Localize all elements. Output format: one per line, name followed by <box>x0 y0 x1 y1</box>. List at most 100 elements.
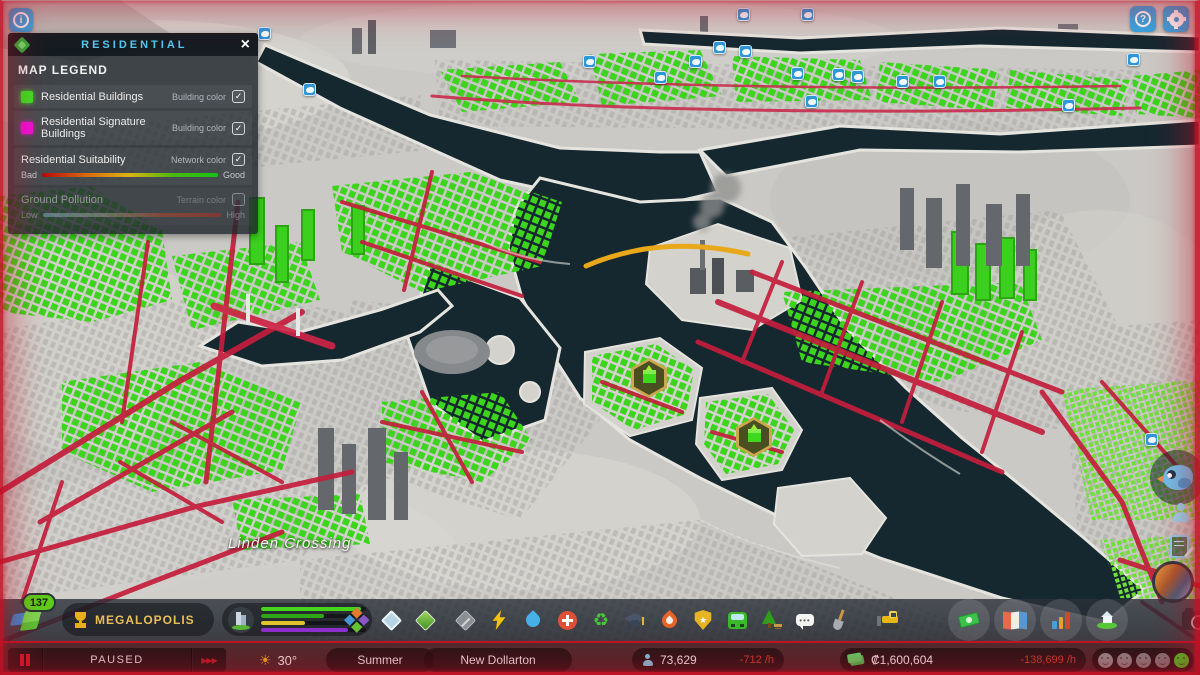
flame-icon <box>658 609 680 631</box>
bulldozer-tool[interactable] <box>872 603 906 637</box>
healthcare-tool[interactable] <box>550 603 584 637</box>
chirp-marker[interactable] <box>896 75 909 88</box>
water-drop-icon <box>523 610 543 630</box>
chirp-marker[interactable] <box>801 8 814 21</box>
legend-row-signature-buildings: Residential Signature Buildings Building… <box>14 111 252 145</box>
happiness-face-icon <box>1097 652 1113 668</box>
electricity-tool[interactable] <box>482 603 516 637</box>
journal-button[interactable] <box>1166 532 1192 560</box>
pause-button[interactable] <box>8 648 42 672</box>
happiness-face-icon <box>1116 652 1132 668</box>
help-button[interactable]: ? <box>1130 6 1156 32</box>
followed-citizen-button[interactable] <box>1166 498 1196 528</box>
settings-button[interactable] <box>1163 6 1189 32</box>
row-label: Residential Signature Buildings <box>41 116 146 140</box>
transportation-tool[interactable] <box>720 603 754 637</box>
population-rate: -712 /h <box>739 654 774 666</box>
chirp-marker[interactable] <box>258 27 271 40</box>
landscaping-tool[interactable] <box>822 603 856 637</box>
chirper-button[interactable] <box>1150 450 1200 505</box>
parks-recreation-tool[interactable] <box>754 603 788 637</box>
chirp-marker[interactable] <box>791 67 804 80</box>
money-icon <box>849 654 865 666</box>
zones-tool[interactable] <box>340 603 374 637</box>
population-icon <box>642 654 653 666</box>
demand-bar <box>261 620 306 626</box>
terrain-tool[interactable] <box>408 603 442 637</box>
happiness-face-icon <box>1173 652 1189 668</box>
chirp-marker[interactable] <box>689 55 702 68</box>
roads-icon <box>454 609 476 631</box>
roads-tool[interactable] <box>448 603 482 637</box>
chirp-marker[interactable] <box>805 95 818 108</box>
checkbox-checked[interactable]: ✓ <box>232 121 245 135</box>
happiness-button[interactable] <box>1092 648 1194 672</box>
map-info-button[interactable] <box>994 599 1036 641</box>
areas-icon <box>380 609 402 631</box>
bulldozer-icon <box>877 611 901 629</box>
fire-rescue-tool[interactable] <box>652 603 686 637</box>
close-icon[interactable]: × <box>241 36 250 53</box>
legend-title: RESIDENTIAL <box>81 38 188 51</box>
economy-button[interactable] <box>948 599 990 641</box>
chirp-marker[interactable] <box>739 45 752 58</box>
communications-tool[interactable]: ••• <box>788 603 822 637</box>
chirp-marker[interactable] <box>654 71 667 84</box>
checkbox-checked[interactable]: ✓ <box>232 90 245 103</box>
city-name-button[interactable]: New Dollarton <box>424 648 572 672</box>
main-toolbar: 137 MEGALOPOLIS ♻ ★ ••• <box>0 593 1200 641</box>
milestone-button[interactable]: MEGALOPOLIS <box>62 603 214 636</box>
checkbox-unchecked[interactable] <box>232 193 245 206</box>
money-button[interactable]: ₡1,600,604 -138,699 /h <box>840 648 1086 672</box>
chirp-marker[interactable] <box>832 68 845 81</box>
zones-icon <box>344 607 370 633</box>
legend-header[interactable]: RESIDENTIAL × <box>8 33 258 56</box>
milestone-label: MEGALOPOLIS <box>95 612 195 627</box>
chirp-marker[interactable] <box>713 41 726 54</box>
chirp-marker[interactable] <box>583 55 596 68</box>
tree-bench-icon <box>760 610 782 630</box>
chirp-marker[interactable] <box>1062 99 1075 112</box>
education-tool[interactable] <box>618 603 652 637</box>
info-views-button[interactable]: i <box>9 8 33 32</box>
legend-section-title: MAP LEGEND <box>18 63 108 77</box>
fast-forward-icon: ▶▶▶ <box>201 655 218 665</box>
district-label: Linden Crossing <box>228 535 352 552</box>
photo-thumbnail-button[interactable] <box>1152 561 1194 603</box>
signature-swatch <box>21 122 33 134</box>
chirp-marker[interactable] <box>1127 53 1140 66</box>
simulation-speed-control: PAUSED ▶▶▶ <box>8 648 226 672</box>
chirper-bird-icon <box>1156 465 1193 490</box>
info-icon: i <box>13 12 29 28</box>
photo-mode-button[interactable] <box>1182 607 1200 630</box>
graduation-cap-icon <box>624 611 646 629</box>
shovel-icon <box>828 607 851 633</box>
chirp-marker[interactable] <box>303 83 316 96</box>
bar-chart-icon <box>1052 611 1070 629</box>
map-tiles-button[interactable]: 137 <box>6 587 62 639</box>
temperature-display: ☀ 30° <box>238 648 318 672</box>
terrain-icon <box>414 609 436 631</box>
statistics-button[interactable] <box>1040 599 1082 641</box>
garbage-tool[interactable]: ♻ <box>584 603 618 637</box>
recycle-icon: ♻ <box>592 610 610 630</box>
chirp-marker[interactable] <box>737 8 750 21</box>
water-sewage-tool[interactable] <box>516 603 550 637</box>
health-cross-icon <box>557 610 577 630</box>
fast-forward-button[interactable]: ▶▶▶ <box>192 648 226 672</box>
house-icon <box>1095 611 1119 629</box>
suitability-gradient <box>42 173 218 177</box>
progression-button[interactable] <box>1086 599 1128 641</box>
row-mode-label: Building color <box>171 91 226 102</box>
areas-tool[interactable] <box>374 603 408 637</box>
chirp-marker[interactable] <box>851 70 864 83</box>
population-button[interactable]: 73,629 -712 /h <box>632 648 784 672</box>
checkbox-checked[interactable]: ✓ <box>232 153 245 166</box>
population-value: 73,629 <box>660 653 697 667</box>
chirp-marker[interactable] <box>1145 433 1158 446</box>
police-tool[interactable]: ★ <box>686 603 720 637</box>
legend-row-ground-pollution: Ground Pollution Terrain color Low High <box>14 188 252 225</box>
chirp-marker[interactable] <box>933 75 946 88</box>
house-up-icon <box>642 369 656 383</box>
money-rate: -138,699 /h <box>1020 654 1076 666</box>
